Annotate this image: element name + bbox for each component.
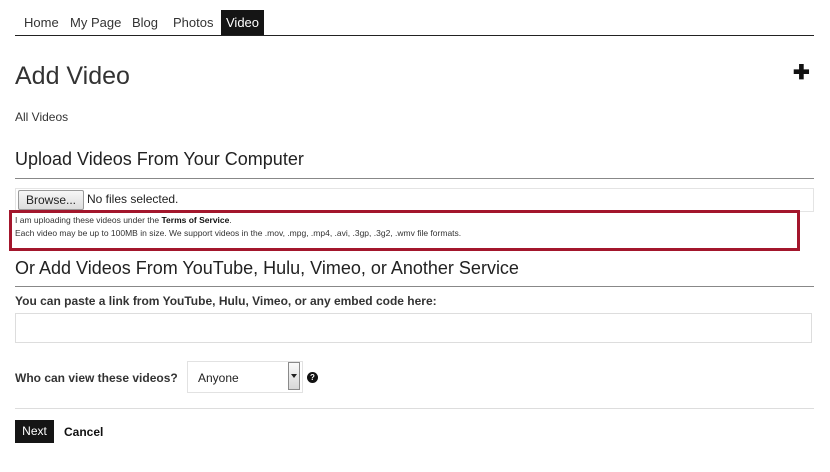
nav-home[interactable]: Home — [19, 10, 64, 35]
terms-notice: I am uploading these videos under the Te… — [15, 215, 232, 226]
file-input[interactable]: Browse... No files selected. — [15, 188, 814, 212]
question-icon[interactable]: ? — [307, 372, 318, 383]
chevron-down-icon[interactable] — [288, 362, 300, 390]
embed-code-input[interactable] — [15, 313, 812, 343]
top-nav: Home My Page Blog Photos Video — [15, 10, 814, 36]
cancel-button[interactable]: Cancel — [64, 425, 103, 439]
privacy-select[interactable]: Anyone — [187, 361, 303, 393]
divider — [15, 286, 814, 287]
service-section-title: Or Add Videos From YouTube, Hulu, Vimeo,… — [15, 258, 519, 278]
terms-suffix: . — [229, 215, 232, 225]
terms-of-service-link[interactable]: Terms of Service — [162, 215, 230, 225]
privacy-label: Who can view these videos? — [15, 371, 178, 385]
nav-my-page[interactable]: My Page — [65, 10, 126, 35]
nav-blog[interactable]: Blog — [127, 10, 163, 35]
divider — [15, 408, 814, 409]
size-note: Each video may be up to 100MB in size. W… — [15, 228, 462, 238]
embed-field-label: You can paste a link from YouTube, Hulu,… — [15, 294, 437, 308]
nav-video[interactable]: Video — [221, 10, 265, 35]
divider — [15, 178, 814, 179]
terms-prefix: I am uploading these videos under the — [15, 215, 162, 225]
all-videos-link[interactable]: All Videos — [15, 110, 68, 124]
file-status: No files selected. — [87, 192, 179, 206]
next-button[interactable]: Next — [15, 420, 54, 443]
plus-icon[interactable]: ✚ — [793, 62, 810, 84]
nav-photos[interactable]: Photos — [168, 10, 218, 35]
browse-button[interactable]: Browse... — [18, 190, 85, 210]
page-title: Add Video — [15, 62, 130, 90]
upload-section-title: Upload Videos From Your Computer — [15, 149, 304, 169]
privacy-selected-value: Anyone — [198, 371, 239, 385]
